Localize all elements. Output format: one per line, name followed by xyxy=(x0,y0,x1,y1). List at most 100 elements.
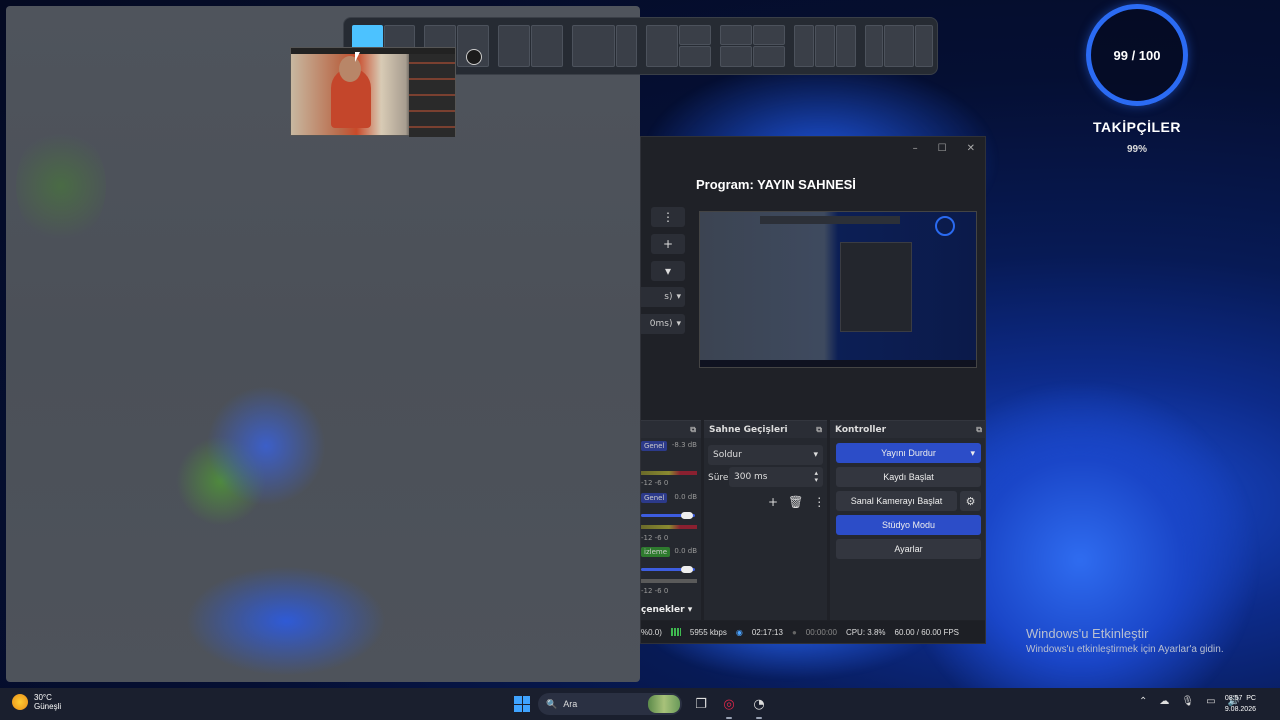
snap-zone[interactable] xyxy=(836,25,856,67)
studio-mode-button[interactable]: Stüdyo Modu xyxy=(836,515,981,535)
clock[interactable]: 08:57 PC 9.08.2026 xyxy=(1225,693,1256,715)
snap-zone[interactable] xyxy=(720,25,752,45)
snap-zone[interactable] xyxy=(815,25,835,67)
transition-select[interactable]: Soldur ▾ xyxy=(708,445,823,465)
preview-taskbar xyxy=(700,360,976,367)
scene-transitions-dock: Sahne Geçişleri ⧉ Soldur ▾ Süre 300 ms ▴… xyxy=(704,420,827,620)
search-placeholder: Ara xyxy=(563,699,578,709)
snap-layout-option[interactable] xyxy=(720,25,785,67)
chevron-down-icon[interactable]: ▾ xyxy=(970,448,975,459)
chevron-down-icon: ▾ xyxy=(687,605,693,615)
search-highlight-image xyxy=(648,695,680,713)
snap-zone[interactable] xyxy=(753,25,785,45)
start-virtual-camera-button[interactable]: Sanal Kamerayı Başlat xyxy=(836,491,957,511)
duration-spinbox[interactable]: 300 ms ▴ ▾ xyxy=(729,467,823,487)
followers-percent: 99% xyxy=(1126,144,1147,155)
close-icon[interactable]: ✕ xyxy=(967,143,975,154)
popout-icon[interactable]: ⧉ xyxy=(976,425,982,435)
microphone-icon[interactable]: 🎙 xyxy=(1181,696,1194,707)
obs-studio-icon[interactable]: ◔ xyxy=(750,695,768,713)
snap-zone[interactable] xyxy=(794,25,814,67)
truncated-select-label: 0ms) xyxy=(649,319,673,329)
maximize-icon[interactable]: ☐ xyxy=(938,143,947,154)
snap-zone[interactable] xyxy=(679,46,711,67)
volume-slider-handle[interactable] xyxy=(681,566,693,573)
task-view-icon[interactable]: ❐ xyxy=(692,695,710,713)
search-icon: 🔍 xyxy=(546,698,558,709)
language-indicator: PC xyxy=(1246,695,1256,702)
snap-zone[interactable] xyxy=(679,25,711,45)
snap-zone[interactable] xyxy=(884,25,914,67)
snap-zone[interactable] xyxy=(616,25,637,67)
preview-snap-bar xyxy=(760,216,900,224)
signal-icon xyxy=(670,628,681,636)
settings-button[interactable]: Ayarlar xyxy=(836,539,981,559)
add-button[interactable]: + xyxy=(651,234,685,254)
snap-zone[interactable] xyxy=(865,25,883,67)
snap-layout-option[interactable] xyxy=(572,25,637,67)
window-thumbnail[interactable] xyxy=(290,47,456,137)
snap-layout-option[interactable] xyxy=(794,25,856,67)
snap-zone[interactable] xyxy=(915,25,933,67)
obs-app-icon[interactable]: ◎ xyxy=(720,695,738,713)
followers-count: 99 / 100 xyxy=(1113,47,1161,63)
minimize-icon[interactable]: – xyxy=(913,143,918,154)
snap-zone[interactable] xyxy=(646,25,678,67)
snap-zone[interactable] xyxy=(572,25,615,67)
chevron-down-icon[interactable]: ▾ xyxy=(651,261,685,281)
volume-meter xyxy=(641,471,697,475)
search-box[interactable]: 🔍 Ara xyxy=(538,693,682,715)
volume-slider-handle[interactable] xyxy=(681,512,693,519)
fps: 60.00 / 60.00 FPS xyxy=(894,627,960,637)
snap-layout-option[interactable] xyxy=(646,25,711,67)
start-recording-button[interactable]: Kaydı Başlat xyxy=(836,467,981,487)
weather-temp: 30°C xyxy=(34,693,52,702)
stream-time: 02:17:13 xyxy=(751,627,783,637)
chevron-down-icon: ▾ xyxy=(813,450,818,460)
audio-channel: Genel -8.3 dB xyxy=(641,441,699,451)
clock-date: 9.08.2026 xyxy=(1224,706,1256,713)
truncated-select[interactable]: s) ▾ xyxy=(641,287,685,307)
snap-layout-option[interactable] xyxy=(498,25,563,67)
record-time: 00:00:00 xyxy=(805,627,837,637)
mouse-cursor-icon xyxy=(355,52,360,62)
controls-header: Kontroller ⧉ xyxy=(830,421,985,438)
popout-icon[interactable]: ⧉ xyxy=(816,425,822,435)
gear-icon[interactable]: ⚙ xyxy=(960,491,981,511)
blur-spot xyxy=(186,566,386,676)
cpu-usage: CPU: 3.8% xyxy=(845,627,886,637)
trash-icon[interactable]: 🗑 xyxy=(788,495,803,509)
chevron-up-icon[interactable]: ⌃ xyxy=(1139,696,1147,707)
activation-subtitle: Windows'u etkinleştirmek için Ayarlar'a … xyxy=(1026,644,1224,655)
spin-arrows-icon[interactable]: ▴ ▾ xyxy=(814,470,818,484)
volume-meter xyxy=(641,525,697,529)
display-icon[interactable]: ▭ xyxy=(1206,696,1215,707)
program-preview[interactable] xyxy=(699,211,977,368)
more-options-button[interactable]: ⋮ xyxy=(651,207,685,227)
volume-meter xyxy=(641,579,697,583)
meter-scale: -12 -6 0 xyxy=(641,479,669,487)
add-transition-icon[interactable]: + xyxy=(768,495,778,509)
weather-widget[interactable]: 30°C Güneşli xyxy=(12,693,61,711)
stop-stream-button[interactable]: Yayını Durdur ▾ xyxy=(836,443,981,463)
channel-tag: izleme xyxy=(641,547,670,557)
more-options-icon[interactable]: ⋮ xyxy=(813,495,825,509)
snap-layout-option[interactable] xyxy=(865,25,933,67)
duration-label: Süre xyxy=(708,473,729,483)
audio-options-button[interactable]: çenekler ▾ xyxy=(641,605,699,615)
popout-icon[interactable]: ⧉ xyxy=(690,425,696,435)
stop-stream-label: Yayını Durdur xyxy=(881,448,936,458)
cloud-icon[interactable]: ☁ xyxy=(1159,696,1169,707)
meter-scale: -12 -6 0 xyxy=(641,534,669,542)
snap-zone[interactable] xyxy=(753,46,785,67)
snap-zone[interactable] xyxy=(498,25,530,67)
chevron-down-icon: ▾ xyxy=(676,292,681,302)
truncated-select[interactable]: 0ms) ▾ xyxy=(641,314,685,334)
snap-zone[interactable] xyxy=(720,46,752,67)
audio-channel: Genel 0.0 dB xyxy=(641,493,699,503)
windows-start-icon[interactable] xyxy=(514,696,530,712)
snap-zone[interactable] xyxy=(531,25,563,67)
audio-options-label: çenekler xyxy=(641,605,685,615)
scene-transitions-header: Sahne Geçişleri ⧉ xyxy=(704,421,827,438)
channel-db: 0.0 dB xyxy=(674,493,697,501)
